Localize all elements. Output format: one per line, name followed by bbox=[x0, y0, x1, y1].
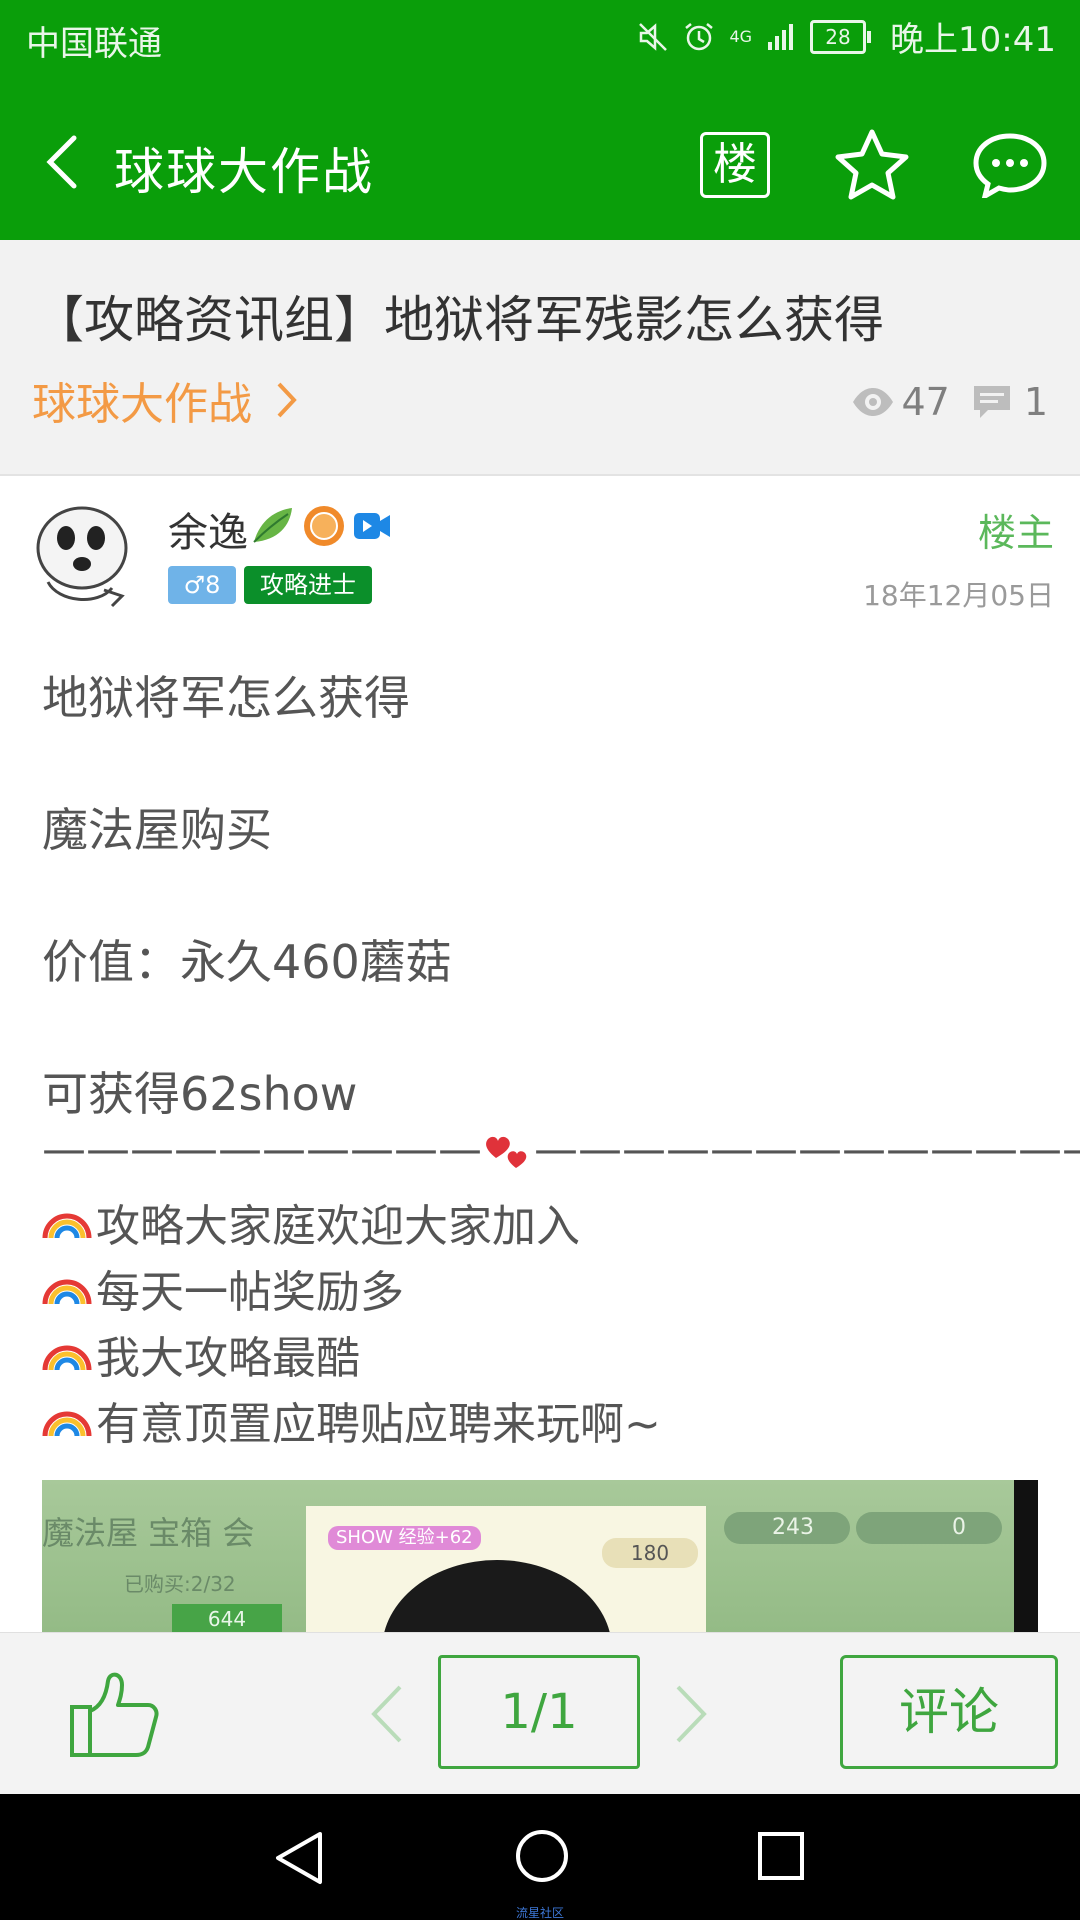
post-header: 【攻略资讯组】地狱将军残影怎么获得 球球大作战 47 1 bbox=[0, 240, 1080, 476]
divider-right: ————————————— bbox=[534, 1124, 1080, 1175]
image-show-tag: SHOW 经验+62 bbox=[328, 1526, 481, 1550]
watermark: 流星社区 bbox=[515, 1906, 564, 1920]
thumbs-up-icon[interactable] bbox=[68, 1667, 164, 1759]
chevron-right-icon bbox=[277, 382, 297, 418]
status-bar: 中国联通 4G 28 晚上10:41 bbox=[0, 0, 1080, 80]
author-name[interactable]: 余逸 bbox=[168, 500, 248, 558]
rainbow-icon bbox=[42, 1345, 92, 1371]
page-title: 球球大作战 bbox=[114, 143, 374, 201]
rank-badge: 攻略进士 bbox=[244, 566, 372, 604]
emoji-line-text: 有意顶置应聘贴应聘来玩啊~ bbox=[96, 1399, 661, 1450]
emoji-line: 我大攻略最酷 bbox=[42, 1322, 360, 1386]
image-price-tag: 180 bbox=[602, 1538, 698, 1568]
page-indicator[interactable]: 1/1 bbox=[438, 1655, 640, 1769]
content-line: 魔法屋购买 bbox=[42, 803, 272, 857]
carrier-label: 中国联通 bbox=[26, 24, 162, 64]
rainbow-icon bbox=[42, 1411, 92, 1437]
view-count: 47 bbox=[901, 380, 950, 424]
content-line: 地狱将军怎么获得 bbox=[42, 671, 410, 725]
image-item-price: 644 bbox=[172, 1604, 282, 1632]
divider-left: —————————— bbox=[42, 1124, 482, 1175]
chat-bubble-icon[interactable] bbox=[972, 132, 1048, 198]
avatar[interactable] bbox=[24, 498, 144, 618]
nav-back-icon[interactable] bbox=[272, 1830, 326, 1886]
author-badges bbox=[250, 504, 392, 548]
emoji-line: 每天一帖奖励多 bbox=[42, 1256, 404, 1320]
image-bought-text: 已购买:2/32 bbox=[124, 1572, 236, 1596]
image-currency-2: 0 bbox=[856, 1512, 1002, 1544]
clock: 晚上10:41 bbox=[890, 20, 1056, 60]
nav-recent-apps-icon[interactable] bbox=[756, 1830, 806, 1882]
op-label: 楼主 bbox=[977, 511, 1054, 555]
mute-icon bbox=[639, 22, 668, 51]
star-icon[interactable] bbox=[832, 126, 912, 202]
content-line: 价值：永久460蘑菇 bbox=[42, 935, 452, 989]
emoji-line-text: 攻略大家庭欢迎大家加入 bbox=[96, 1201, 580, 1252]
emoji-line-text: 每天一帖奖励多 bbox=[96, 1267, 404, 1318]
video-badge-icon bbox=[354, 513, 390, 539]
content-line: 可获得62show bbox=[42, 1067, 358, 1121]
prev-page-icon[interactable] bbox=[366, 1683, 406, 1745]
rainbow-icon bbox=[42, 1279, 92, 1305]
comment-button[interactable]: 评论 bbox=[840, 1655, 1058, 1769]
image-tabs-text: 魔法屋 宝箱 会 bbox=[42, 1514, 255, 1552]
post-image[interactable]: 魔法屋 宝箱 会 已购买:2/32 644 SHOW 经验+62 180 243… bbox=[42, 1480, 1038, 1632]
title-bar: 球球大作战 楼 bbox=[0, 80, 1080, 240]
back-arrow-icon[interactable] bbox=[40, 132, 84, 192]
forum-link[interactable]: 球球大作战 bbox=[32, 368, 298, 432]
system-nav-bar: 流星社区 bbox=[0, 1794, 1080, 1920]
signal-icon bbox=[768, 23, 794, 50]
status-icons: 4G 28 晚上10:41 bbox=[637, 12, 1056, 61]
bottom-action-bar: 1/1 评论 bbox=[0, 1632, 1080, 1795]
comment-count: 1 bbox=[1023, 380, 1048, 424]
post-title: 【攻略资讯组】地狱将军残影怎么获得 bbox=[34, 291, 884, 349]
emoji-line-text: 我大攻略最酷 bbox=[96, 1333, 360, 1384]
next-page-icon[interactable] bbox=[672, 1683, 712, 1745]
leaf-badge-icon bbox=[253, 508, 292, 543]
nav-home-icon[interactable] bbox=[514, 1828, 570, 1884]
rainbow-icon bbox=[42, 1213, 92, 1239]
image-currency-1: 243 bbox=[724, 1512, 850, 1544]
post-date: 18年12月05日 bbox=[863, 579, 1054, 612]
hearts-icon bbox=[486, 1136, 527, 1168]
floor-jump-button[interactable]: 楼 bbox=[700, 132, 770, 198]
gender-level-badge: ♂8 bbox=[168, 566, 236, 604]
network-type: 4G bbox=[729, 27, 753, 46]
divider-line: —————————— ————————————— bbox=[42, 1124, 1080, 1175]
level-medal-icon bbox=[304, 506, 344, 546]
comment-count-icon bbox=[973, 386, 1010, 418]
emoji-line: 攻略大家庭欢迎大家加入 bbox=[42, 1190, 580, 1254]
eye-icon bbox=[853, 388, 894, 416]
forum-name: 球球大作战 bbox=[32, 379, 252, 430]
alarm-icon bbox=[685, 22, 714, 50]
image-edge bbox=[1014, 1480, 1038, 1632]
post-stats: 47 1 bbox=[851, 380, 1048, 424]
battery-icon: 28 bbox=[810, 19, 872, 54]
emoji-line: 有意顶置应聘贴应聘来玩啊~ bbox=[42, 1388, 661, 1452]
